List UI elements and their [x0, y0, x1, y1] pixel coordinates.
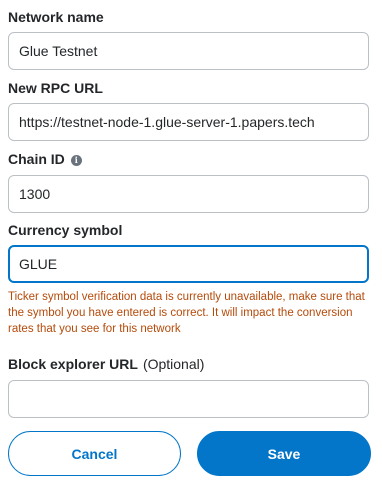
chain-id-label-row: Chain ID i [8, 150, 82, 168]
info-icon[interactable]: i [70, 155, 82, 166]
block-explorer-label-row: Block explorer URL (Optional) [8, 355, 204, 373]
add-network-form: Network name New RPC URL Chain ID i Curre… [0, 0, 382, 494]
block-explorer-input[interactable] [8, 380, 369, 418]
currency-symbol-input[interactable] [8, 245, 369, 283]
cancel-button[interactable]: Cancel [8, 431, 181, 476]
rpc-url-label: New RPC URL [8, 80, 103, 96]
network-name-label: Network name [8, 9, 104, 25]
network-name-input[interactable] [8, 32, 369, 70]
chain-id-input[interactable] [8, 175, 369, 213]
save-button[interactable]: Save [197, 431, 371, 476]
rpc-url-input[interactable] [8, 103, 369, 141]
currency-symbol-label: Currency symbol [8, 222, 123, 238]
currency-symbol-warning: Ticker symbol verification data is curre… [8, 291, 365, 335]
block-explorer-label: Block explorer URL [8, 356, 138, 372]
optional-label: (Optional) [142, 356, 205, 372]
chain-id-label: Chain ID [8, 151, 65, 167]
